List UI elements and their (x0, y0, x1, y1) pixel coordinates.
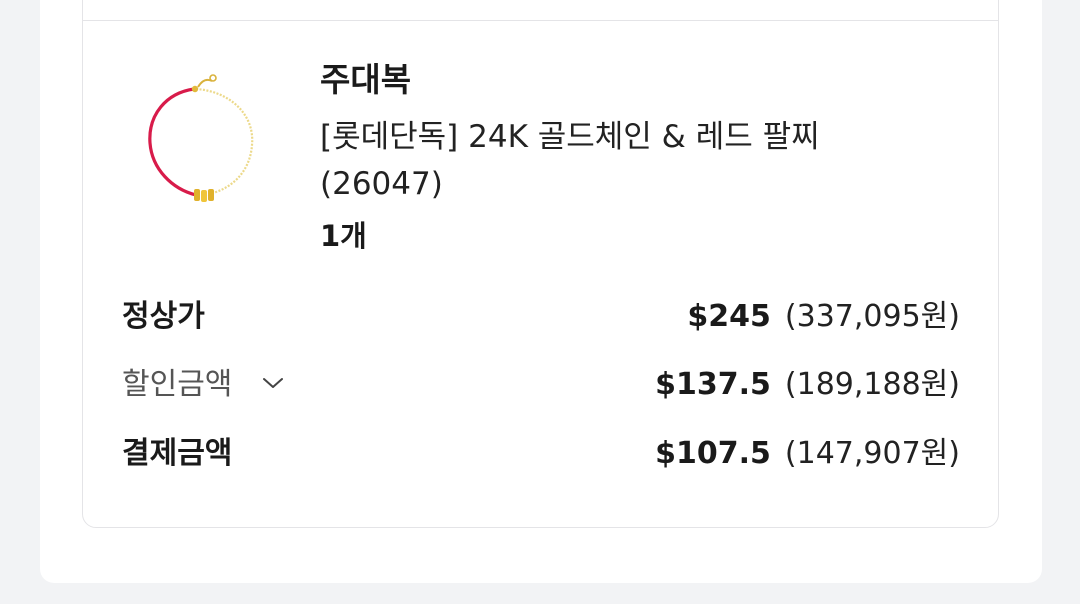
product-name[interactable]: [롯데단독] 24K 골드체인 & 레드 팔찌 (26047) (320, 114, 880, 208)
product-thumbnail[interactable] (120, 65, 280, 225)
discount-amount-label[interactable]: 할인금액 (122, 364, 232, 406)
discount-amount-value: $137.5 (189,188원) (655, 364, 960, 406)
regular-price-usd: $245 (687, 299, 771, 334)
regular-price-label: 정상가 (122, 299, 205, 334)
payment-amount-krw: (147,907원) (784, 436, 960, 471)
regular-price-value: $245 (337,095원) (687, 296, 960, 338)
product-quantity: 1개 (320, 219, 367, 253)
discount-amount-krw: (189,188원) (784, 367, 960, 402)
brand-name: 주대복 (320, 60, 412, 99)
regular-price-krw: (337,095원) (784, 299, 960, 334)
chevron-down-icon[interactable] (262, 376, 284, 390)
discount-amount-usd: $137.5 (655, 367, 771, 402)
payment-amount-label: 결제금액 (122, 436, 233, 471)
payment-amount-value: $107.5 (147,907원) (655, 433, 960, 475)
payment-amount-usd: $107.5 (655, 436, 771, 471)
card-divider (83, 20, 998, 21)
gold-red-bracelet-image (148, 74, 254, 202)
